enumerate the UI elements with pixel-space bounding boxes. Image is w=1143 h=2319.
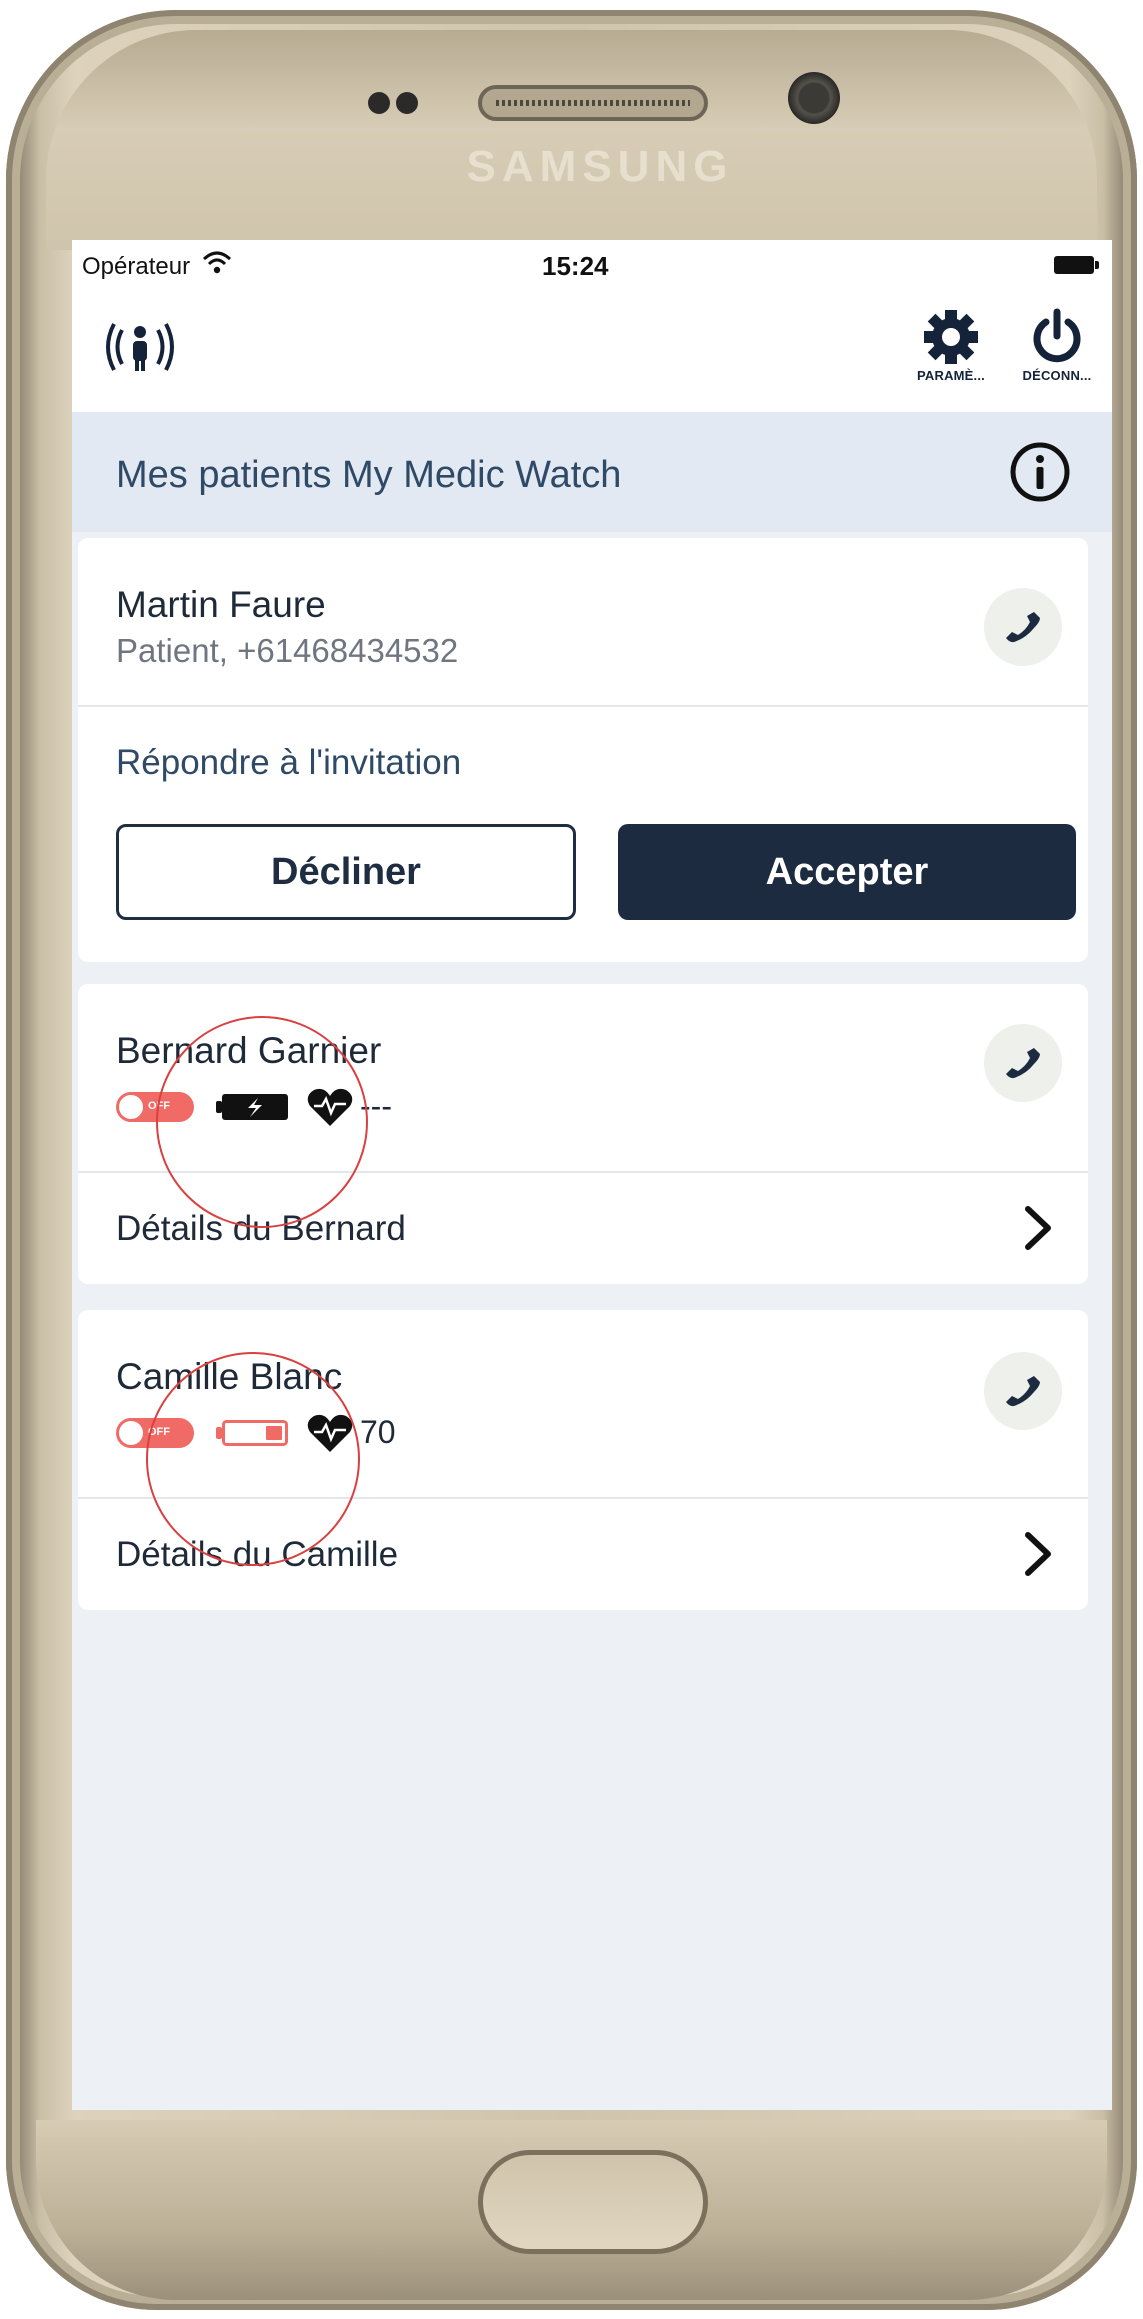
divider: [78, 705, 1088, 707]
page-title: Mes patients My Medic Watch: [116, 454, 622, 496]
invitation-prompt: Répondre à l'invitation: [116, 743, 462, 782]
call-button[interactable]: [984, 588, 1062, 666]
carrier-label: Opérateur: [82, 253, 191, 280]
battery-icon: [1054, 256, 1099, 274]
phone-icon: [1006, 1376, 1040, 1407]
logout-caption: DÉCONN...: [1022, 368, 1092, 383]
annotation-circle: [146, 1352, 360, 1566]
invitation-card: Martin Faure Patient, +61468434532 Répon…: [78, 538, 1088, 962]
invitation-patient-subtitle: Patient, +61468434532: [116, 632, 459, 669]
navbar: PARAMÈ... DÉCONN...: [72, 290, 1112, 412]
call-button[interactable]: [984, 1024, 1062, 1102]
sensor-dot: [396, 92, 418, 114]
earpiece-speaker: [478, 85, 708, 121]
phone-top-bezel: [46, 30, 1097, 250]
decline-button[interactable]: Décliner: [116, 824, 576, 920]
call-button[interactable]: [984, 1352, 1062, 1430]
chevron-right-icon: [1025, 1532, 1051, 1576]
phone-icon: [1006, 612, 1040, 643]
section-header: Mes patients My Medic Watch: [72, 412, 1112, 532]
chevron-right-icon: [1025, 1206, 1051, 1250]
home-button[interactable]: [478, 2150, 708, 2254]
settings-caption: PARAMÈ...: [916, 368, 985, 383]
phone-icon: [1006, 1048, 1040, 1079]
logout-button[interactable]: DÉCONN...: [1002, 308, 1112, 383]
wifi-icon: [202, 251, 232, 274]
info-icon[interactable]: [1008, 440, 1072, 504]
gear-icon: [924, 310, 978, 364]
clock: 15:24: [542, 251, 609, 281]
settings-button[interactable]: PARAMÈ...: [896, 308, 1006, 383]
heart-rate-value: 70: [360, 1414, 396, 1450]
invitation-patient-name: Martin Faure: [116, 584, 326, 625]
device-brand-logo: SAMSUNG: [466, 142, 734, 191]
status-bar: Opérateur 15:24: [72, 240, 1112, 290]
broadcast-person-icon[interactable]: [100, 312, 180, 382]
power-icon: [1033, 308, 1081, 363]
front-camera: [788, 72, 840, 124]
accept-button[interactable]: Accepter: [618, 824, 1076, 920]
sensor-dot: [368, 92, 390, 114]
annotation-circle: [156, 1016, 368, 1228]
